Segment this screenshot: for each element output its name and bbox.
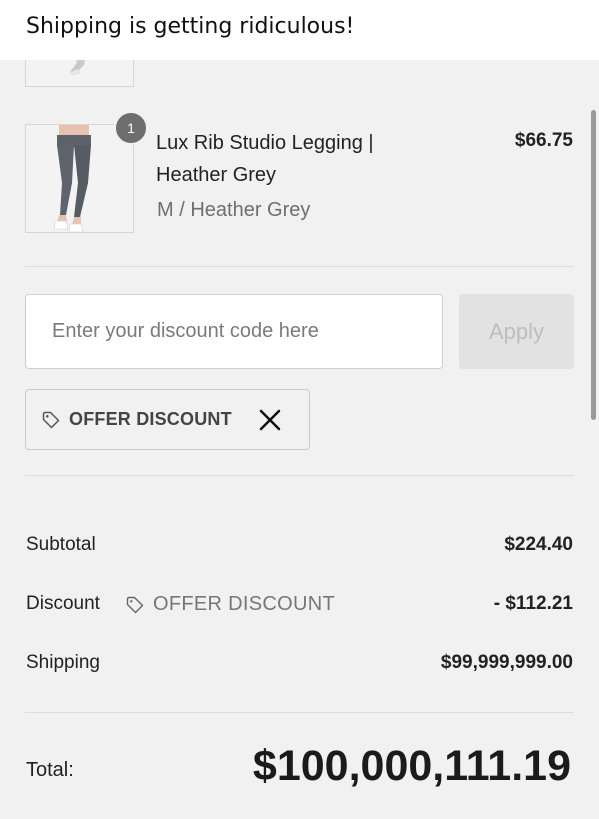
checkout-summary: 1 Lux Rib Studio Legging | Heather Grey …	[0, 60, 599, 819]
apply-discount-button[interactable]: Apply	[459, 294, 574, 369]
divider	[25, 266, 574, 267]
discount-value: - $112.21	[493, 593, 573, 614]
post-caption: Shipping is getting ridiculous!	[0, 0, 599, 60]
divider	[25, 475, 574, 476]
discount-code-input[interactable]	[25, 294, 443, 369]
discount-label: Discount	[26, 593, 100, 614]
subtotal-value: $224.40	[504, 534, 573, 555]
tag-icon	[125, 595, 145, 615]
shipping-label: Shipping	[26, 652, 100, 673]
discount-code-tag: OFFER DISCOUNT	[125, 593, 335, 616]
subtotal-label: Subtotal	[26, 534, 96, 555]
discount-code-text: OFFER DISCOUNT	[153, 593, 335, 615]
previous-item-thumbnail	[25, 60, 134, 87]
tag-icon	[41, 410, 61, 430]
divider	[25, 712, 574, 713]
product-name: Lux Rib Studio Legging | Heather Grey	[156, 132, 374, 186]
product-price: $66.75	[514, 130, 573, 151]
scrollbar[interactable]	[591, 110, 596, 420]
applied-discount-label: OFFER DISCOUNT	[69, 409, 232, 429]
total-value: $100,000,111.19	[252, 742, 571, 790]
product-thumbnail[interactable]	[25, 124, 134, 233]
shipping-value: $99,999,999.00	[440, 652, 573, 673]
total-label: Total:	[26, 759, 74, 781]
product-variant: M / Heather Grey	[157, 199, 311, 221]
applied-discount-chip: OFFER DISCOUNT	[25, 389, 310, 450]
close-icon[interactable]	[258, 408, 282, 432]
quantity-badge: 1	[114, 111, 148, 145]
